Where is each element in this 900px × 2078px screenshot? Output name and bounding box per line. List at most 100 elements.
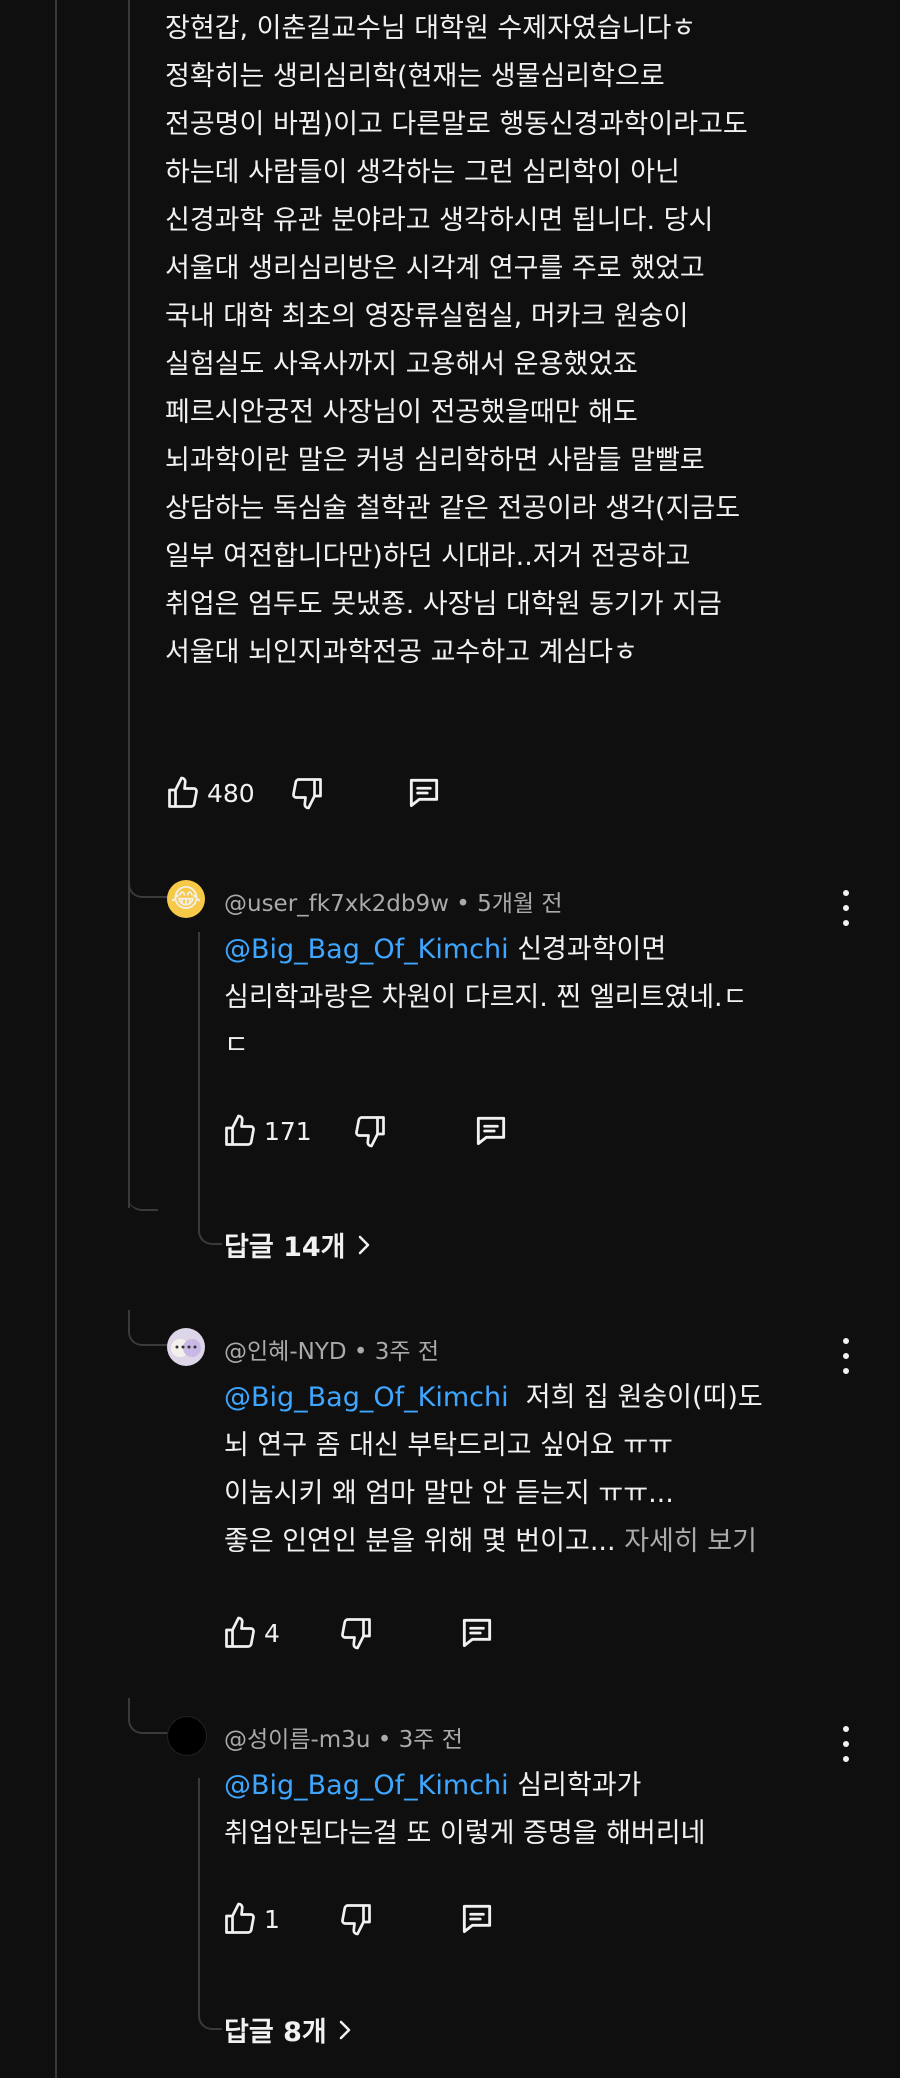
comment-line: 신경과학 유관 분야라고 생각하시면 됩니다. 당시 (165, 205, 714, 236)
reply-line: @Big_Bag_Of_Kimchi 신경과학이면 (224, 929, 747, 971)
reply-body: @Big_Bag_Of_Kimchi 심리학과가 취업안된다는걸 또 이렇게 증… (224, 1765, 705, 1855)
comment-line: 일부 여전합니다만)하던 시대라..저거 전공하고 (165, 541, 691, 572)
comment-line: 페르시안궁전 사장님이 전공했을때만 해도 (165, 397, 638, 428)
timestamp: 5개월 전 (477, 891, 563, 917)
thumbs-up-icon (222, 1615, 258, 1651)
author-name[interactable]: @인혜-NYD (224, 1339, 347, 1365)
reply-button[interactable] (405, 774, 443, 812)
comment-line: 전공명이 바뀜)이고 다른말로 행동신경과학이라고도 (165, 109, 748, 140)
thumbs-down-icon (352, 1113, 388, 1149)
reply-line: 이눔시키 왜 엄마 말만 안 듣는지 ㅠㅠ... (224, 1478, 674, 1509)
replies-count-label: 답글 8개 (224, 2017, 327, 2048)
meta-separator: • (370, 1727, 399, 1753)
meta-separator: • (448, 891, 478, 917)
comment-line: 정확히는 생리심리학(현재는 생물심리학으로 (165, 61, 665, 92)
dislike-button[interactable] (338, 1615, 374, 1651)
like-count: 1 (264, 1904, 280, 1934)
more-vert-icon[interactable] (836, 1726, 856, 1762)
replies-connector (198, 1983, 222, 2030)
reply-connector (128, 1698, 170, 1734)
dislike-button[interactable] (338, 1901, 374, 1937)
replies-count-label: 답글 14개 (224, 1232, 346, 1263)
thumbs-down-icon (289, 775, 325, 811)
thread-line-inner (128, 0, 130, 1208)
reply-body: @Big_Bag_Of_Kimchi 신경과학이면 심리학과랑은 차원이 다르지… (224, 929, 747, 1067)
timestamp: 3주 전 (398, 1727, 463, 1753)
author-name[interactable]: @성이름-m3u (224, 1727, 370, 1753)
read-more-link[interactable]: 자세히 보기 (624, 1526, 757, 1557)
like-button[interactable]: 171 (222, 1113, 312, 1149)
avatar[interactable]: 😂 (167, 880, 205, 918)
chevron-right-icon (339, 2020, 350, 2039)
author-name[interactable]: @user_fk7xk2db9w (224, 891, 449, 917)
like-count: 171 (264, 1116, 312, 1146)
comment-icon (458, 1614, 496, 1652)
thumbs-down-icon (338, 1901, 374, 1937)
meta-separator: • (346, 1339, 375, 1365)
comment-line: 하는데 사람들이 생각하는 그런 심리학이 아닌 (165, 157, 680, 188)
comment-meta: @인혜-NYD • 3주 전 (224, 1332, 439, 1366)
more-vert-icon[interactable] (836, 890, 856, 926)
reply-text: 신경과학이면 (508, 934, 667, 965)
comment-line: 국내 대학 최초의 영장류실험실, 머카크 원숭이 (165, 301, 689, 332)
reply-line: @Big_Bag_Of_Kimchi 심리학과가 (224, 1765, 705, 1807)
reply-actions: 1 (222, 1900, 496, 1938)
reply-connector (128, 862, 170, 898)
mention-link[interactable]: @Big_Bag_Of_Kimchi (224, 934, 509, 965)
comment-line: 서울대 뇌인지과학전공 교수하고 계심다ㅎ (165, 637, 638, 668)
chevron-right-icon (358, 1235, 369, 1254)
like-button[interactable]: 480 (165, 775, 255, 811)
like-button[interactable]: 1 (222, 1901, 280, 1937)
reply-button[interactable] (458, 1900, 496, 1938)
thread-curve (128, 1195, 158, 1211)
reply-button[interactable] (472, 1112, 510, 1150)
like-count: 4 (264, 1618, 280, 1648)
comment-line: 취업은 엄두도 못냈죵. 사장님 대학원 동기가 지금 (165, 589, 722, 620)
reply-line: ㄷ (224, 1030, 249, 1061)
comment-line: 상담하는 독심술 철학관 같은 전공이라 생각(지금도 (165, 493, 741, 524)
view-replies-button[interactable]: 답글 14개 (224, 1225, 372, 1264)
mention-link[interactable]: @Big_Bag_Of_Kimchi (224, 1770, 509, 1801)
comment-line: 뇌과학이란 말은 커녕 심리학하면 사람들 말빨로 (165, 445, 705, 476)
like-button[interactable]: 4 (222, 1615, 280, 1651)
reply-body: @Big_Bag_Of_Kimchi 저희 집 원숭이(띠)도 뇌 연구 좀 대… (224, 1377, 763, 1563)
reply-button[interactable] (458, 1614, 496, 1652)
reply-line: @Big_Bag_Of_Kimchi 저희 집 원숭이(띠)도 (224, 1377, 763, 1419)
avatar[interactable] (167, 1716, 207, 1756)
reply-line: 취업안된다는걸 또 이렇게 증명을 해버리네 (224, 1818, 706, 1849)
comment-line: 장현갑, 이춘길교수님 대학원 수제자였습니다ㅎ (165, 13, 697, 44)
comment-meta: @user_fk7xk2db9w • 5개월 전 (224, 884, 563, 918)
replies-connector (198, 1198, 222, 1245)
thumbs-up-icon (222, 1113, 258, 1149)
reply-text: 저희 집 원숭이(띠)도 (508, 1382, 763, 1413)
reply-actions: 4 (222, 1614, 496, 1652)
comment-line: 서울대 생리심리방은 시각계 연구를 주로 했었고 (165, 253, 705, 284)
timestamp: 3주 전 (374, 1339, 440, 1365)
view-replies-button[interactable]: 답글 8개 (224, 2010, 353, 2049)
comment-body: 장현갑, 이춘길교수님 대학원 수제자였습니다ㅎ 정확히는 생리심리학(현재는 … (165, 8, 748, 674)
comment-icon (405, 774, 443, 812)
comment-meta: @성이름-m3u • 3주 전 (224, 1720, 463, 1754)
thumbs-up-icon (165, 775, 201, 811)
comment-icon (472, 1112, 510, 1150)
comment-actions: 480 (165, 774, 443, 812)
reply-connector (128, 1310, 170, 1346)
comment-line: 실험실도 사육사까지 고용해서 운용했었죠 (165, 349, 638, 380)
avatar-image (171, 1339, 201, 1357)
reply-line: 뇌 연구 좀 대신 부탁드리고 싶어요 ㅠㅠ (224, 1430, 673, 1461)
reply-text: 심리학과가 (508, 1770, 642, 1801)
dislike-button[interactable] (289, 775, 325, 811)
reply-thread-line (198, 932, 200, 1202)
comment-icon (458, 1900, 496, 1938)
reply-line: 심리학과랑은 차원이 다르지. 찐 엘리트였네.ㄷ (224, 982, 748, 1013)
like-count: 480 (207, 778, 255, 808)
reply-actions: 171 (222, 1112, 510, 1150)
reply-text: 좋은 인연인 분을 위해 몇 번이고... (224, 1526, 616, 1557)
more-vert-icon[interactable] (836, 1338, 856, 1374)
mention-link[interactable]: @Big_Bag_Of_Kimchi (224, 1382, 509, 1413)
reply-line: 좋은 인연인 분을 위해 몇 번이고... 자세히 보기 (224, 1521, 763, 1563)
thread-line-outer (55, 0, 57, 2078)
reply-thread-line (198, 1778, 200, 1986)
avatar[interactable] (167, 1328, 205, 1366)
dislike-button[interactable] (352, 1113, 388, 1149)
